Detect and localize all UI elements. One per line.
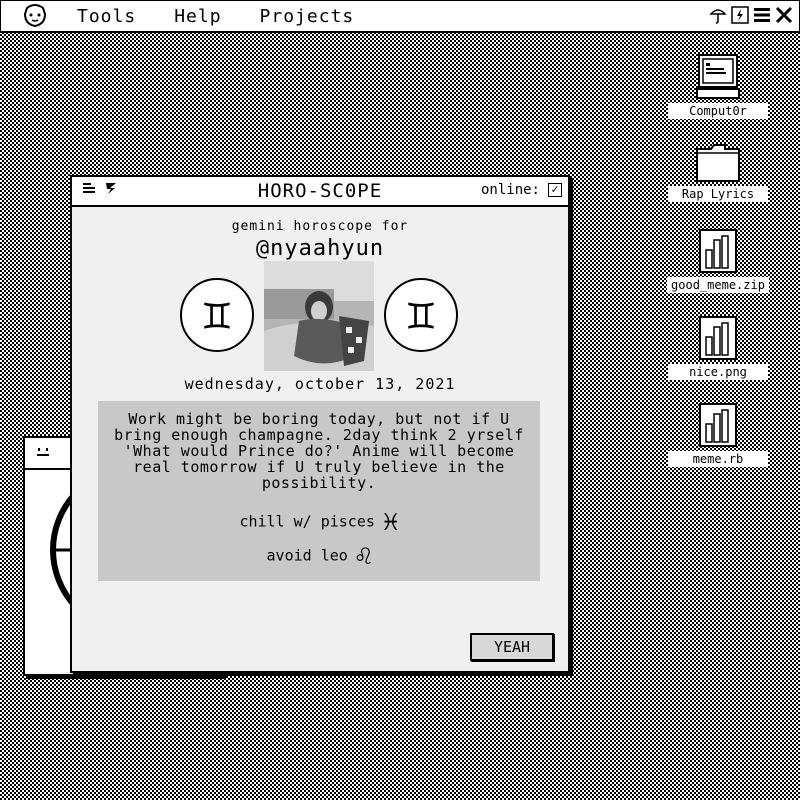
desktop-icon-computer[interactable]: Comput0r (666, 54, 770, 119)
menu-projects[interactable]: Projects (260, 6, 355, 27)
online-label: online: (480, 182, 540, 198)
desktop-icon-label: good_meme.zip (667, 277, 769, 293)
desktop-icon-rap-lyrics[interactable]: Rap Lyrics (666, 143, 770, 202)
menu-bar: Tools Help Projects (0, 0, 800, 33)
reading-panel: Work might be boring today, but not if U… (98, 401, 540, 581)
avoid-label: avoid leo (266, 546, 348, 565)
file-chart-icon (699, 403, 737, 447)
desktop-icon-label: meme.rb (668, 451, 768, 467)
lightning-icon[interactable] (104, 181, 118, 195)
computer-icon (696, 54, 740, 99)
yeah-button[interactable]: YEAH (470, 633, 554, 661)
close-icon[interactable] (775, 5, 793, 25)
folder-icon (696, 144, 740, 182)
menu-tools[interactable]: Tools (77, 6, 136, 27)
horoscope-window: HORO-SC0PE online: ✓ gemini horoscope fo… (70, 175, 570, 673)
umbrella-icon[interactable] (709, 5, 727, 25)
username-handle: @nyaahyun (255, 236, 385, 261)
avoid-row: avoid leo ♌ (98, 541, 540, 571)
window-titlebar[interactable]: HORO-SC0PE online: ✓ (72, 177, 568, 207)
reading-text: Work might be boring today, but not if U… (114, 410, 524, 492)
desktop-icon-nice-png[interactable]: nice.png (666, 315, 770, 380)
file-chart-icon (699, 229, 737, 273)
menu-icon[interactable] (753, 5, 771, 25)
system-tray (709, 5, 793, 25)
desktop-icon-good-meme-zip[interactable]: good_meme.zip (666, 228, 770, 293)
file-chart-icon (699, 316, 737, 360)
online-checkbox[interactable]: ✓ (548, 183, 562, 197)
pisces-icon: ♓ (382, 507, 399, 537)
profile-photo (264, 261, 374, 371)
battery-icon[interactable] (731, 5, 749, 25)
sign-row: ♊ ♊ (72, 261, 568, 371)
horoscope-subtitle: gemini horoscope for (231, 219, 409, 234)
chill-row: chill w/ pisces ♓ (98, 507, 540, 537)
smile-icon (37, 448, 49, 456)
desktop-icon-label: nice.png (668, 364, 768, 380)
desktop-icon-label: Rap Lyrics (668, 186, 768, 202)
leo-icon: ♌ (355, 541, 372, 571)
horoscope-date: wednesday, october 13, 2021 (184, 375, 456, 393)
desktop-icon-meme-rb[interactable]: meme.rb (666, 402, 770, 467)
chill-label: chill w/ pisces (239, 512, 375, 531)
gemini-sign-left-icon: ♊ (180, 278, 254, 352)
gemini-sign-right-icon: ♊ (384, 278, 458, 352)
desktop-icon-label: Comput0r (668, 103, 768, 119)
hamburger-menu-icon[interactable] (82, 181, 96, 195)
menu-help[interactable]: Help (174, 6, 221, 27)
dog-logo-icon[interactable] (21, 2, 49, 30)
